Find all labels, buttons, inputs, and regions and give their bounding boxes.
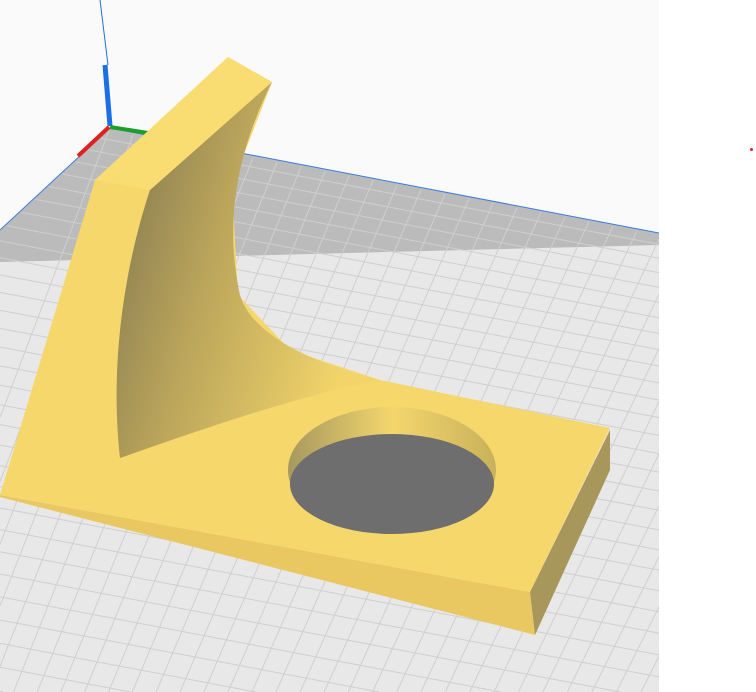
scene[interactable] <box>0 0 659 692</box>
side-panel <box>659 0 756 692</box>
app-window <box>0 0 756 692</box>
mounting-hole <box>290 434 494 534</box>
3d-viewport[interactable] <box>0 0 659 692</box>
z-axis <box>102 64 113 127</box>
z-axis-line <box>99 0 109 66</box>
status-dot <box>750 148 753 151</box>
